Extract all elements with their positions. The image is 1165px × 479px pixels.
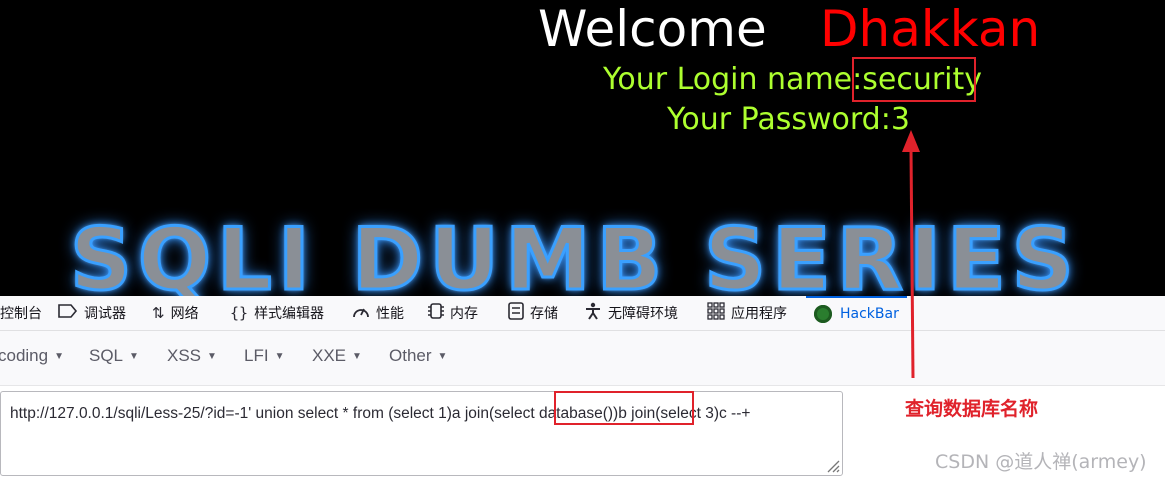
performance-icon — [352, 303, 370, 323]
page-content: Welcome Dhakkan Your Login name:security… — [0, 0, 1165, 296]
menu-sql[interactable]: SQL ▼ — [89, 346, 139, 366]
watermark: CSDN @道人禅(armey) — [935, 451, 1147, 473]
debugger-icon — [58, 304, 78, 322]
query-highlight-box — [554, 391, 694, 425]
login-highlight-box — [852, 57, 976, 102]
tab-application[interactable]: 应用程序 — [707, 296, 787, 330]
tab-debugger[interactable]: 调试器 — [58, 296, 126, 330]
menu-other[interactable]: Other ▼ — [389, 346, 447, 366]
tab-hackbar[interactable]: HackBar — [806, 296, 907, 330]
chevron-down-icon: ▼ — [352, 351, 362, 362]
tab-memory[interactable]: 内存 — [428, 296, 478, 330]
tab-storage[interactable]: 存储 — [508, 296, 558, 330]
chevron-down-icon: ▼ — [207, 351, 217, 362]
devtools-tabbar: 控制台 调试器 ⇅ 网络 {} 样式编辑器 性能 内存 存储 无障碍环境 应用程… — [0, 296, 1165, 331]
tab-performance[interactable]: 性能 — [352, 296, 404, 330]
tab-network[interactable]: ⇅ 网络 — [152, 296, 199, 330]
tab-accessibility[interactable]: 无障碍环境 — [584, 296, 678, 330]
storage-icon — [508, 302, 524, 324]
password-value: 3 — [890, 102, 910, 137]
password-line: Your Password:3 — [667, 100, 910, 140]
url-textarea[interactable]: http://127.0.0.1/sqli/Less-25/?id=-1' un… — [0, 391, 843, 476]
username-text: Dhakkan — [820, 0, 1041, 58]
login-name-label: Your Login name: — [603, 62, 863, 97]
accessibility-icon — [584, 302, 602, 324]
tab-console[interactable]: 控制台 — [0, 296, 42, 330]
style-editor-icon: {} — [230, 304, 249, 322]
welcome-text: Welcome — [538, 0, 767, 58]
network-icon: ⇅ — [152, 304, 165, 322]
application-icon — [707, 302, 725, 324]
menu-xss[interactable]: XSS ▼ — [167, 346, 217, 366]
sqli-banner: SQLI DUMB SERIES — [69, 210, 1080, 297]
tab-style-editor[interactable]: {} 样式编辑器 — [230, 296, 324, 330]
hackbar-icon — [814, 305, 832, 323]
chevron-down-icon: ▼ — [129, 351, 139, 362]
chevron-down-icon: ▼ — [274, 351, 285, 362]
menu-lfi[interactable]: LFI ▼ — [244, 346, 284, 366]
resize-handle-icon[interactable] — [824, 457, 840, 473]
menu-xxe[interactable]: XXE ▼ — [312, 346, 362, 366]
menu-encoding[interactable]: coding ▼ — [0, 346, 64, 366]
hackbar-menu: coding ▼ SQL ▼ XSS ▼ LFI ▼ XXE ▼ Other ▼ — [0, 331, 1165, 386]
chevron-down-icon: ▼ — [437, 351, 448, 362]
annotation-text: 查询数据库名称 — [905, 398, 1039, 420]
chevron-down-icon: ▼ — [54, 351, 65, 362]
memory-icon — [428, 302, 444, 324]
password-label: Your Password: — [667, 102, 891, 137]
